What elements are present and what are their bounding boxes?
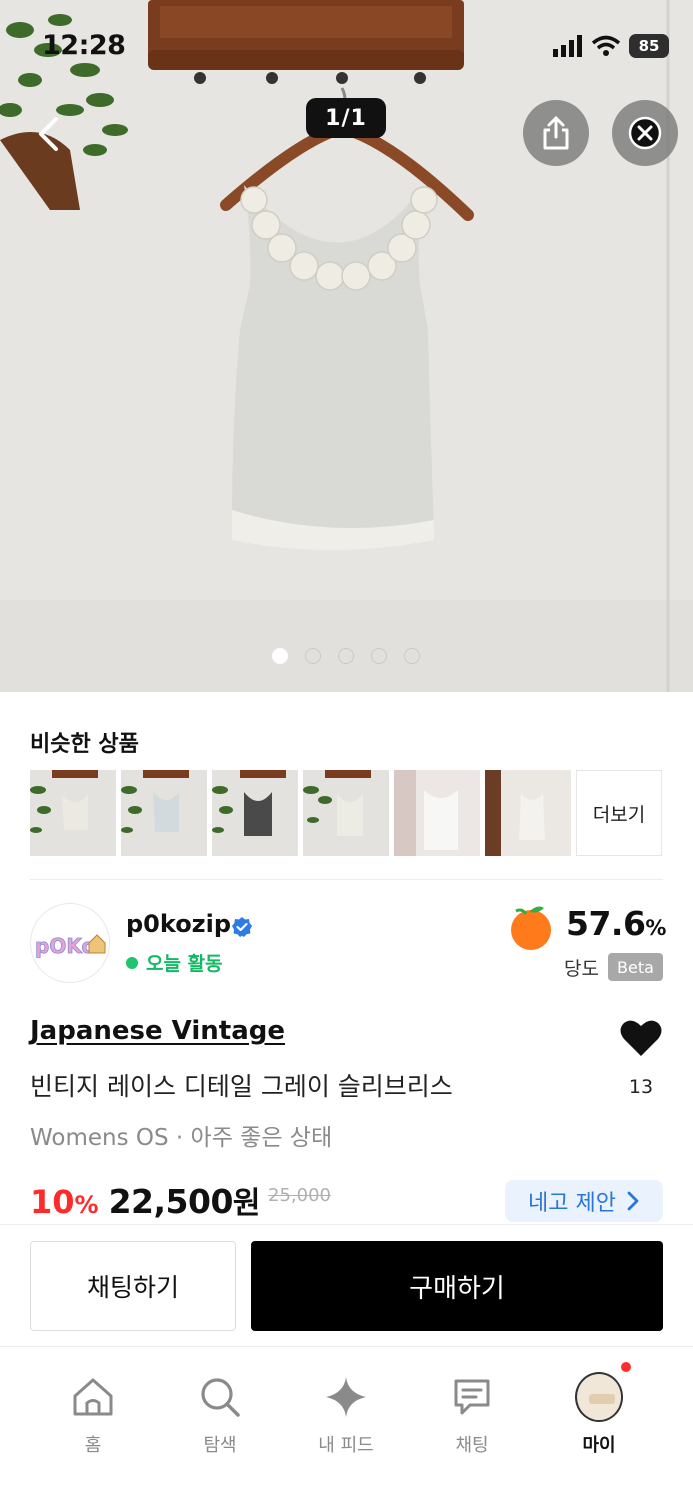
tab-label: 탐색 xyxy=(203,1435,237,1456)
thumb-image xyxy=(485,770,571,856)
wifi-icon xyxy=(591,35,621,56)
price-row: 10% 22,500원 25,000 xyxy=(30,1178,331,1222)
product-brand-link[interactable]: Japanese Vintage xyxy=(30,1016,285,1046)
price-offer-button[interactable]: 네고 제안 xyxy=(505,1180,663,1222)
product-meta: Womens OS · 아주 좋은 상태 xyxy=(30,1125,333,1151)
share-icon xyxy=(543,116,569,150)
beta-badge: Beta xyxy=(608,953,663,981)
discount-rate: 10% xyxy=(30,1183,99,1221)
thumb-image xyxy=(394,770,480,856)
tab-label: 채팅 xyxy=(455,1435,489,1456)
similar-products-list: 더보기 xyxy=(30,770,662,856)
similar-product-thumb[interactable] xyxy=(30,770,116,856)
similar-products-title: 비슷한 상품 xyxy=(30,732,139,757)
tab-chat[interactable]: 채팅 xyxy=(422,1373,522,1457)
buy-button[interactable]: 구매하기 xyxy=(251,1241,663,1331)
offer-label: 네고 제안 xyxy=(528,1191,616,1216)
activity-label: 오늘 활동 xyxy=(146,953,223,975)
sweetness-value: 57.6% xyxy=(566,904,666,943)
image-counter: 1/1 xyxy=(306,98,386,138)
profile-avatar xyxy=(575,1372,623,1422)
svg-text:pOKo: pOKo xyxy=(35,934,95,958)
thumb-image xyxy=(212,770,298,856)
status-icons: 85 xyxy=(553,32,669,60)
online-dot xyxy=(126,956,138,969)
product-photo[interactable]: 12:28 85 1/1 xyxy=(0,0,693,692)
tab-label: 홈 xyxy=(84,1435,102,1456)
tab-label: 마이 xyxy=(582,1435,616,1456)
thumb-image xyxy=(30,770,116,856)
pagination-dot[interactable] xyxy=(272,648,288,664)
chat-button[interactable]: 채팅하기 xyxy=(30,1241,236,1331)
heart-icon xyxy=(620,1020,662,1056)
like-button[interactable] xyxy=(617,1014,665,1062)
close-button[interactable] xyxy=(612,100,678,166)
sparkle-icon xyxy=(326,1377,366,1417)
seller-name[interactable]: p0kozip xyxy=(126,910,231,938)
like-count: 13 xyxy=(628,1076,654,1098)
search-icon xyxy=(201,1378,240,1417)
profile-avatar-image xyxy=(580,1377,621,1420)
status-time: 12:28 xyxy=(42,30,126,61)
product-title: 빈티지 레이스 디테일 그레이 슬리브리스 xyxy=(30,1072,453,1101)
chat-icon xyxy=(454,1379,490,1415)
similar-product-thumb[interactable] xyxy=(121,770,207,856)
purchase-action-bar: 채팅하기 구매하기 xyxy=(0,1224,693,1346)
similar-product-thumb[interactable] xyxy=(303,770,389,856)
sweetness-label: 당도 xyxy=(564,958,599,980)
orange-icon xyxy=(511,906,551,950)
thumb-image xyxy=(303,770,389,856)
seller-activity-status: 오늘 활동 xyxy=(126,949,223,976)
bottom-tab-bar: 홈 탐색 내 피드 채팅 마이 xyxy=(0,1346,693,1500)
home-icon xyxy=(73,1378,113,1416)
notification-badge xyxy=(621,1362,631,1372)
chevron-left-icon xyxy=(39,117,58,151)
similar-product-thumb[interactable] xyxy=(394,770,480,856)
seller-avatar[interactable]: pOKo xyxy=(30,903,110,983)
tab-my-feed[interactable]: 내 피드 xyxy=(296,1373,396,1457)
similar-product-thumb[interactable] xyxy=(485,770,571,856)
close-icon xyxy=(628,116,662,150)
image-pagination xyxy=(272,648,420,664)
share-button[interactable] xyxy=(523,100,589,166)
pagination-dot[interactable] xyxy=(404,648,420,664)
sale-price: 22,500원 xyxy=(108,1182,261,1221)
verified-badge-icon xyxy=(232,917,252,937)
back-button[interactable] xyxy=(26,112,70,156)
chevron-right-icon xyxy=(627,1191,639,1211)
battery-indicator: 85 xyxy=(629,34,669,58)
section-divider xyxy=(30,879,663,880)
thumb-image xyxy=(121,770,207,856)
seller-sweetness-score[interactable]: 57.6% 당도 Beta xyxy=(506,902,666,982)
more-similar-button[interactable]: 더보기 xyxy=(576,770,662,856)
tab-my[interactable]: 마이 xyxy=(549,1372,649,1457)
pagination-dot[interactable] xyxy=(338,648,354,664)
original-price: 25,000 xyxy=(268,1185,332,1206)
seller-logo: pOKo xyxy=(35,934,106,958)
pagination-dot[interactable] xyxy=(305,648,321,664)
pagination-dot[interactable] xyxy=(371,648,387,664)
signal-icon xyxy=(553,35,582,57)
similar-product-thumb[interactable] xyxy=(212,770,298,856)
tab-search[interactable]: 탐색 xyxy=(170,1373,270,1457)
tab-label: 내 피드 xyxy=(318,1435,374,1456)
tab-home[interactable]: 홈 xyxy=(43,1373,143,1457)
